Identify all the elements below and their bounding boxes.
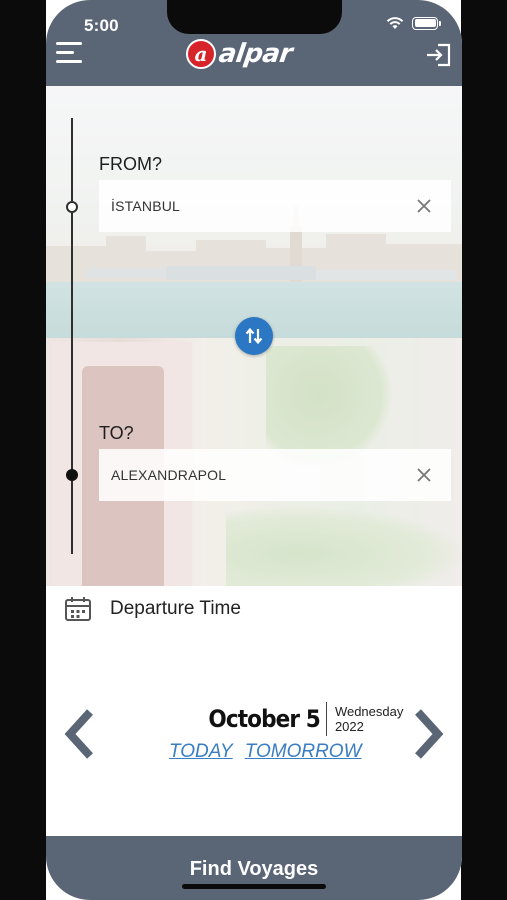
menu-line [56, 60, 82, 63]
selected-date[interactable]: October 5 Wednesday 2022 [196, 702, 403, 736]
menu-line [56, 51, 74, 54]
destination-marker [66, 469, 78, 481]
device-frame-left [0, 0, 46, 900]
date-details: Wednesday 2022 [335, 704, 403, 734]
to-value: ALEXANDRAPOL [111, 467, 227, 483]
chevron-right-icon[interactable] [412, 708, 444, 760]
chevron-left-icon[interactable] [64, 708, 96, 760]
year: 2022 [334, 719, 364, 734]
date-main: October 5 [208, 705, 320, 733]
wifi-icon [386, 17, 404, 29]
tomorrow-link[interactable]: TOMORROW [245, 741, 362, 763]
logo-mark: a [186, 39, 216, 69]
origin-marker [66, 201, 78, 213]
clear-from-icon[interactable] [415, 197, 433, 215]
find-voyages-button[interactable]: Find Voyages [46, 836, 462, 900]
swap-vertical-icon [245, 327, 263, 345]
hamburger-menu-button[interactable] [56, 42, 86, 68]
to-label: TO? [99, 423, 134, 443]
device-frame-right [461, 0, 507, 900]
status-icons [386, 16, 441, 30]
logo-text: alpar [216, 39, 295, 69]
date-divider [325, 702, 327, 736]
logout-icon[interactable] [424, 42, 452, 68]
app-screen: 5:00 a alpar FROM? İSTANBUL TO? ALEXANDR… [46, 0, 462, 900]
status-time: 5:00 [84, 16, 119, 35]
calendar-icon [65, 597, 91, 621]
swap-route-button[interactable] [235, 317, 273, 355]
today-link[interactable]: TODAY [169, 741, 233, 763]
app-header: 5:00 a alpar [46, 0, 462, 86]
menu-line [56, 42, 82, 45]
quick-date-links: TODAY TOMORROW [169, 741, 362, 763]
from-label: FROM? [99, 154, 162, 174]
route-timeline [71, 118, 73, 554]
weekday: Wednesday [334, 704, 404, 719]
alpar-logo: a alpar [186, 38, 295, 70]
departure-time-row: Departure Time [64, 596, 241, 622]
home-indicator [182, 884, 326, 889]
from-field[interactable]: İSTANBUL [99, 180, 451, 232]
device-notch [167, 0, 342, 34]
clear-to-icon[interactable] [415, 466, 433, 484]
battery-icon [412, 16, 441, 30]
find-voyages-label: Find Voyages [189, 858, 319, 880]
to-field[interactable]: ALEXANDRAPOL [99, 449, 451, 501]
from-value: İSTANBUL [111, 198, 181, 214]
departure-label: Departure Time [110, 598, 241, 619]
